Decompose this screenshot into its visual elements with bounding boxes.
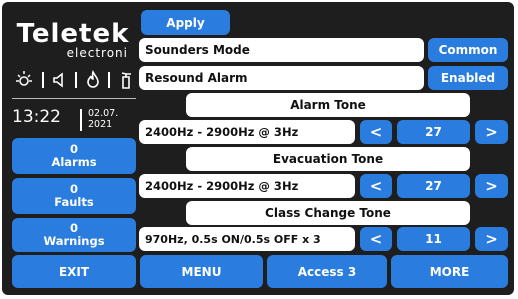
clock-time: 13:22 [12,107,61,127]
warnings-button[interactable]: 0 Warnings [12,218,136,252]
alarm-tone-prev-button[interactable]: < [360,120,392,144]
class-change-tone-prev-button[interactable]: < [360,227,392,251]
icon-separator [41,72,44,88]
class-change-tone-next-button[interactable]: > [475,227,508,251]
divider [12,98,136,99]
class-change-tone-number: 11 [397,227,470,251]
evacuation-tone-next-button[interactable]: > [475,174,508,198]
clock-date-day: 02.07. [88,108,119,119]
alarms-button[interactable]: 0 Alarms [12,138,136,174]
resound-alarm-label: Resound Alarm [139,66,424,90]
class-change-tone-value: 970Hz, 0.5s ON/0.5s OFF x 3 [139,227,355,251]
class-change-tone-title: Class Change Tone [186,201,470,225]
brand-subtitle: electroni [66,46,128,60]
fire-extinguisher-icon [118,70,134,90]
access-level-button[interactable]: Access 3 [267,255,387,288]
evacuation-tone-prev-button[interactable]: < [360,174,392,198]
sounders-mode-value-button[interactable]: Common [428,38,508,62]
alarm-tone-title: Alarm Tone [186,93,470,117]
sounders-mode-label: Sounders Mode [139,38,424,62]
evacuation-tone-number: 27 [397,174,470,198]
faults-button[interactable]: 0 Faults [12,178,136,214]
apply-button[interactable]: Apply [141,10,230,35]
alarm-tone-value: 2400Hz - 2900Hz @ 3Hz [139,120,355,144]
status-icons [14,70,134,90]
exit-button[interactable]: EXIT [12,255,136,288]
more-button[interactable]: MORE [391,255,508,288]
menu-button[interactable]: MENU [140,255,263,288]
brand-logo: Teletek [16,19,130,49]
speaker-icon [51,70,67,90]
evacuation-tone-title: Evacuation Tone [186,147,470,171]
clock-date: 02.07. 2021 [88,108,118,130]
evacuation-tone-value: 2400Hz - 2900Hz @ 3Hz [139,174,355,198]
screen: Teletek electroni 13:22 02.07. 2021 0 Al… [0,0,518,299]
icon-separator [108,72,111,88]
clock-date-year: 2021 [88,119,113,130]
alarm-tone-next-button[interactable]: > [475,120,508,144]
alarms-label: Alarms [51,155,97,169]
fire-icon [85,70,101,90]
faults-label: Faults [54,195,94,209]
icon-separator [74,72,77,88]
resound-alarm-value-button[interactable]: Enabled [428,66,508,90]
clock-separator [80,109,82,131]
warnings-label: Warnings [43,234,105,248]
alarm-tone-number: 27 [397,120,470,144]
sun-icon [14,70,34,90]
